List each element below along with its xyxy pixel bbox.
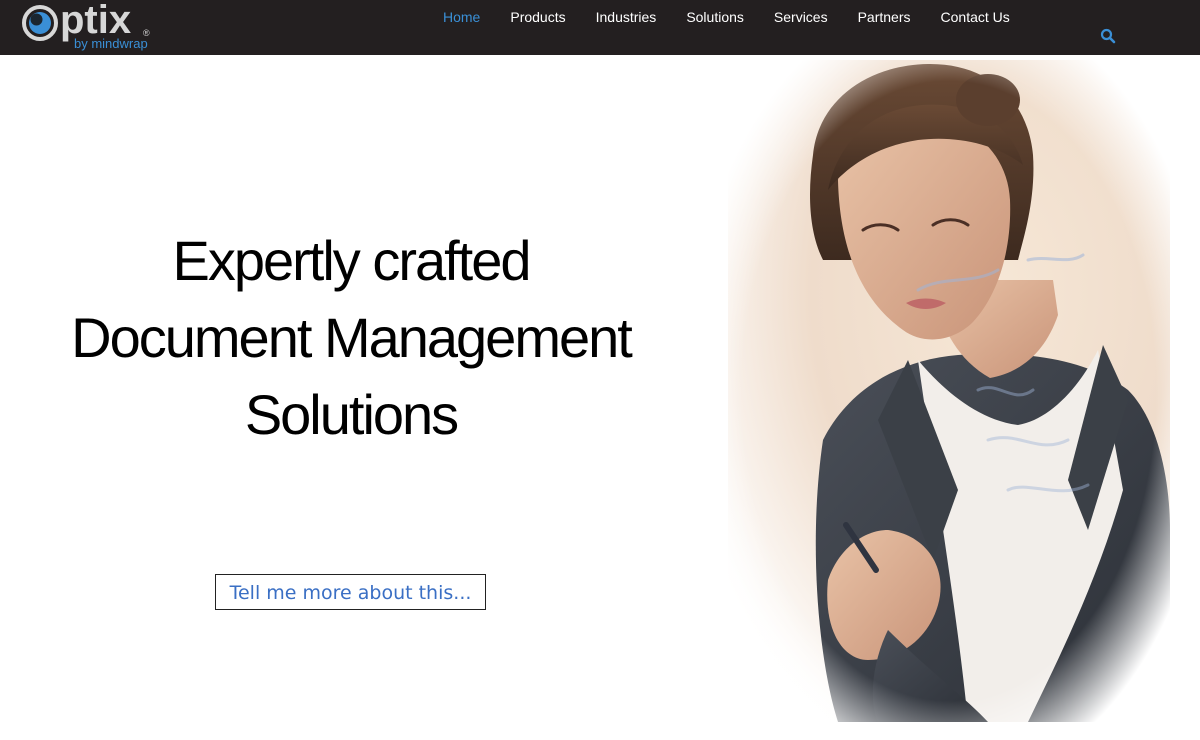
nav-item-products[interactable]: Products [510,8,565,28]
headline-line-2: Document Management [71,306,633,369]
nav-item-home[interactable]: Home [443,8,480,28]
top-navigation-bar: ptix ® by mindwrap Home Products Industr… [0,0,1200,55]
hero-headline: Expertly crafted Document Management Sol… [30,222,672,453]
search-icon[interactable] [1100,28,1116,44]
main-menu: Home Products Industries Solutions Servi… [443,8,1010,28]
nav-item-contact-us[interactable]: Contact Us [941,8,1010,28]
logo-tagline: by mindwrap [74,36,148,51]
headline-line-3: Solutions [244,383,459,446]
nav-item-solutions[interactable]: Solutions [686,8,744,28]
nav-item-services[interactable]: Services [774,8,828,28]
headline-line-1: Expertly crafted [172,229,531,292]
tell-me-more-button[interactable]: Tell me more about this... [215,574,486,610]
hero-photo-businesswoman [728,60,1170,722]
optix-eye-logo-icon [22,5,58,41]
nav-item-industries[interactable]: Industries [596,8,657,28]
nav-item-partners[interactable]: Partners [858,8,911,28]
optix-logo[interactable]: ptix ® by mindwrap [22,0,162,52]
